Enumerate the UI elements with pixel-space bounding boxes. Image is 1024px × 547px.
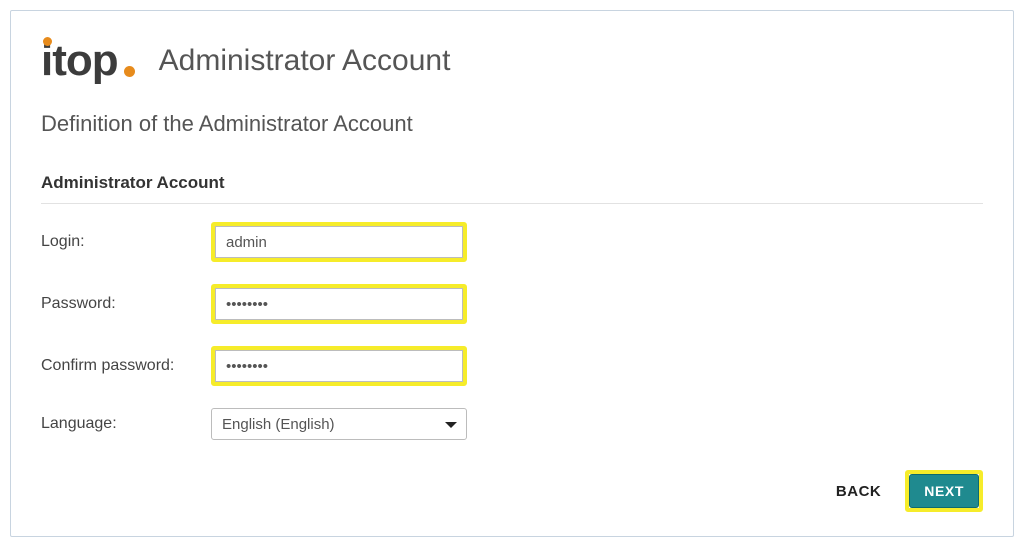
confirm-password-label: Confirm password:	[41, 357, 211, 375]
language-select-wrap: English (English)	[211, 408, 467, 440]
logo-dot-icon	[43, 37, 52, 46]
language-select[interactable]: English (English)	[211, 408, 467, 440]
setup-wizard-panel: itop Administrator Account Definition of…	[10, 10, 1014, 537]
wizard-footer: BACK NEXT	[830, 470, 983, 512]
password-label: Password:	[41, 295, 211, 313]
page-title: Administrator Account	[159, 44, 451, 78]
row-confirm-password: Confirm password:	[41, 346, 983, 386]
login-label: Login:	[41, 233, 211, 251]
header: itop Administrator Account	[41, 39, 983, 83]
language-label: Language:	[41, 415, 211, 433]
highlight-box	[211, 346, 467, 386]
back-button[interactable]: BACK	[830, 475, 887, 508]
next-button[interactable]: NEXT	[909, 474, 979, 508]
logo-text: itop	[41, 39, 118, 83]
row-password: Password:	[41, 284, 983, 324]
logo-period-icon	[124, 66, 135, 77]
row-language: Language: English (English)	[41, 408, 983, 440]
highlight-box	[211, 284, 467, 324]
page-subtitle: Definition of the Administrator Account	[41, 111, 983, 137]
password-input[interactable]	[215, 288, 463, 320]
highlight-box: NEXT	[905, 470, 983, 512]
highlight-box	[211, 222, 467, 262]
row-login: Login:	[41, 222, 983, 262]
confirm-password-input[interactable]	[215, 350, 463, 382]
section-heading: Administrator Account	[41, 173, 983, 204]
login-input[interactable]	[215, 226, 463, 258]
itop-logo: itop	[41, 39, 135, 83]
